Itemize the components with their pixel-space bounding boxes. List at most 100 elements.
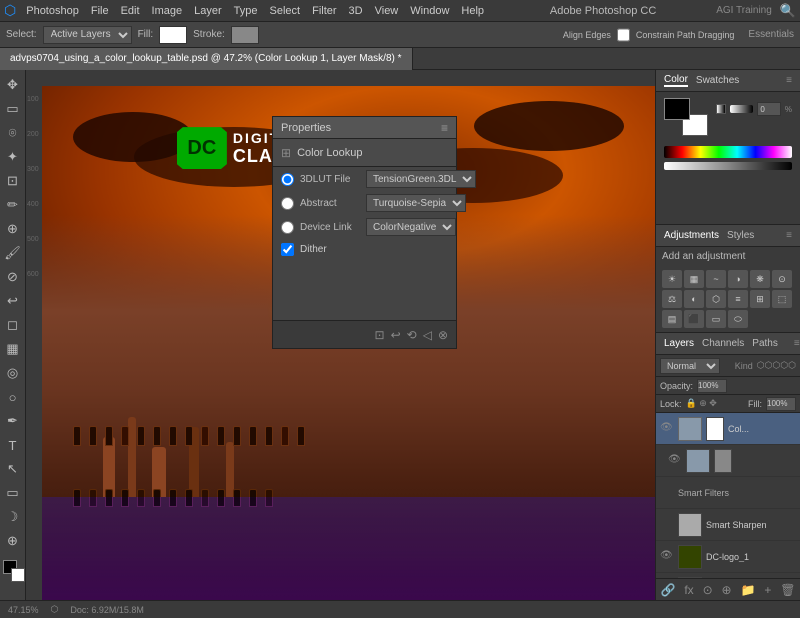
- align-edges-checkbox[interactable]: [617, 26, 630, 44]
- fg-color-swatch[interactable]: [664, 98, 690, 120]
- select-dropdown[interactable]: Active Layers: [43, 26, 132, 44]
- abstract-select[interactable]: Turquoise-Sepia: [366, 194, 466, 212]
- marquee-tool[interactable]: ▭: [2, 98, 24, 120]
- adj-exposure-btn[interactable]: ◑: [728, 270, 748, 288]
- layer-fx-btn[interactable]: fx: [684, 583, 693, 597]
- menu-select[interactable]: Select: [264, 5, 307, 17]
- blur-tool[interactable]: ◎: [2, 362, 24, 384]
- gradient-tool[interactable]: ▦: [2, 338, 24, 360]
- adj-posterize-btn[interactable]: ▤: [662, 310, 682, 328]
- history-tool[interactable]: ↩: [2, 290, 24, 312]
- menu-help[interactable]: Help: [455, 5, 490, 17]
- lasso-tool[interactable]: ⌾: [2, 122, 24, 144]
- menu-file[interactable]: File: [85, 5, 115, 17]
- paths-tab[interactable]: Paths: [752, 338, 778, 349]
- layer-delete-btn[interactable]: 🗑: [780, 583, 795, 597]
- lut3d-radio[interactable]: [281, 173, 294, 186]
- layer-item-sub[interactable]: 👁: [656, 445, 800, 477]
- eyedropper-tool[interactable]: ✏: [2, 194, 24, 216]
- fill-input[interactable]: [766, 397, 796, 411]
- opacity-input[interactable]: [697, 379, 727, 393]
- menu-edit[interactable]: Edit: [115, 5, 146, 17]
- stroke-swatch[interactable]: [231, 26, 259, 44]
- type-tool[interactable]: T: [2, 434, 24, 456]
- color-panel-menu[interactable]: ≡: [786, 75, 792, 86]
- clone-tool[interactable]: ⊘: [2, 266, 24, 288]
- layer-item-smart-filters-1[interactable]: Smart Filters: [656, 477, 800, 509]
- adj-selective-color-btn[interactable]: ⬭: [728, 310, 748, 328]
- menu-layer[interactable]: Layer: [188, 5, 228, 17]
- adj-photo-filter-btn[interactable]: ⬡: [706, 290, 726, 308]
- layer-item-color-lookup[interactable]: 👁 Col...: [656, 413, 800, 445]
- channels-tab[interactable]: Channels: [702, 338, 744, 349]
- color-spectrum-bar[interactable]: [664, 146, 792, 158]
- panel-expand-icon[interactable]: ≡: [441, 121, 448, 135]
- adj-invert-btn[interactable]: ⬚: [772, 290, 792, 308]
- k-value-input[interactable]: [757, 102, 781, 116]
- layer-eye-dc[interactable]: 👁: [660, 550, 674, 564]
- adj-channel-mixer-btn[interactable]: ≡: [728, 290, 748, 308]
- layers-tab[interactable]: Layers: [664, 338, 694, 349]
- adj-color-lookup-btn[interactable]: ⊞: [750, 290, 770, 308]
- brush-tool[interactable]: 🖌: [2, 242, 24, 264]
- swatches-tab[interactable]: Swatches: [696, 75, 739, 86]
- adj-colorbalance-btn[interactable]: ⚖: [662, 290, 682, 308]
- path-selection-tool[interactable]: ↖: [2, 458, 24, 480]
- pen-tool[interactable]: ✒: [2, 410, 24, 432]
- fg-bg-swatches[interactable]: [664, 98, 708, 136]
- move-tool[interactable]: ✥: [2, 74, 24, 96]
- adj-curves-btn[interactable]: ~: [706, 270, 726, 288]
- adj-hsl-btn[interactable]: ⊙: [772, 270, 792, 288]
- menu-view[interactable]: View: [369, 5, 405, 17]
- layer-group-btn[interactable]: 📁: [741, 583, 756, 597]
- menu-photoshop[interactable]: Photoshop: [20, 5, 85, 17]
- layer-item-dc-logo[interactable]: 👁 DC-logo_1: [656, 541, 800, 573]
- blend-mode-select[interactable]: Normal: [660, 358, 720, 374]
- eraser-tool[interactable]: ◻: [2, 314, 24, 336]
- fg-bg-colors[interactable]: [3, 560, 25, 582]
- menu-type[interactable]: Type: [228, 5, 264, 17]
- navigate-icon[interactable]: ⬡: [51, 604, 59, 615]
- lut3d-select[interactable]: TensionGreen.3DL: [366, 170, 476, 188]
- dither-checkbox[interactable]: [281, 243, 294, 256]
- hand-tool[interactable]: ☽: [2, 506, 24, 528]
- fill-swatch[interactable]: [159, 26, 187, 44]
- layer-adjustment-btn[interactable]: ⊕: [722, 583, 732, 597]
- menu-window[interactable]: Window: [404, 5, 455, 17]
- panel-icon-3[interactable]: ⟲: [407, 328, 417, 342]
- healing-tool[interactable]: ⊕: [2, 218, 24, 240]
- layer-eye-2[interactable]: 👁: [668, 454, 682, 468]
- adj-levels-btn[interactable]: ▦: [684, 270, 704, 288]
- adj-gradient-map-btn[interactable]: ▭: [706, 310, 726, 328]
- layer-mask-btn[interactable]: ⊙: [703, 583, 713, 597]
- layer-add-btn[interactable]: +: [764, 583, 771, 597]
- document-tab[interactable]: advps0704_using_a_color_lookup_table.psd…: [0, 48, 413, 70]
- menu-3d[interactable]: 3D: [343, 5, 369, 17]
- device-link-radio[interactable]: [281, 221, 294, 234]
- abstract-radio[interactable]: [281, 197, 294, 210]
- panel-icon-4[interactable]: ◁: [423, 328, 432, 342]
- layer-item-smart-sharpen-1[interactable]: Smart Sharpen: [656, 509, 800, 541]
- adj-vibrance-btn[interactable]: ❋: [750, 270, 770, 288]
- adj-threshold-btn[interactable]: ⬛: [684, 310, 704, 328]
- shape-tool[interactable]: ▭: [2, 482, 24, 504]
- panel-icon-1[interactable]: ⊡: [375, 328, 385, 342]
- crop-tool[interactable]: ⊡: [2, 170, 24, 192]
- styles-tab[interactable]: Styles: [727, 230, 754, 241]
- layers-menu[interactable]: ≡: [794, 338, 800, 349]
- panel-icon-5[interactable]: ⊗: [438, 328, 448, 342]
- device-link-select[interactable]: ColorNegative: [366, 218, 456, 236]
- layer-link-btn[interactable]: 🔗: [660, 583, 675, 597]
- magic-wand-tool[interactable]: ✦: [2, 146, 24, 168]
- menu-filter[interactable]: Filter: [306, 5, 342, 17]
- adj-brightness-btn[interactable]: ☀: [662, 270, 682, 288]
- zoom-tool[interactable]: ⊕: [2, 530, 24, 552]
- color-tab[interactable]: Color: [664, 74, 688, 87]
- search-icon[interactable]: 🔍: [780, 3, 796, 19]
- adj-bw-btn[interactable]: ◐: [684, 290, 704, 308]
- menu-image[interactable]: Image: [146, 5, 189, 17]
- layer-eye-1[interactable]: 👁: [660, 422, 674, 436]
- adjustments-tab[interactable]: Adjustments: [664, 230, 719, 241]
- panel-icon-2[interactable]: ↩: [391, 328, 401, 342]
- adj-menu[interactable]: ≡: [786, 230, 792, 241]
